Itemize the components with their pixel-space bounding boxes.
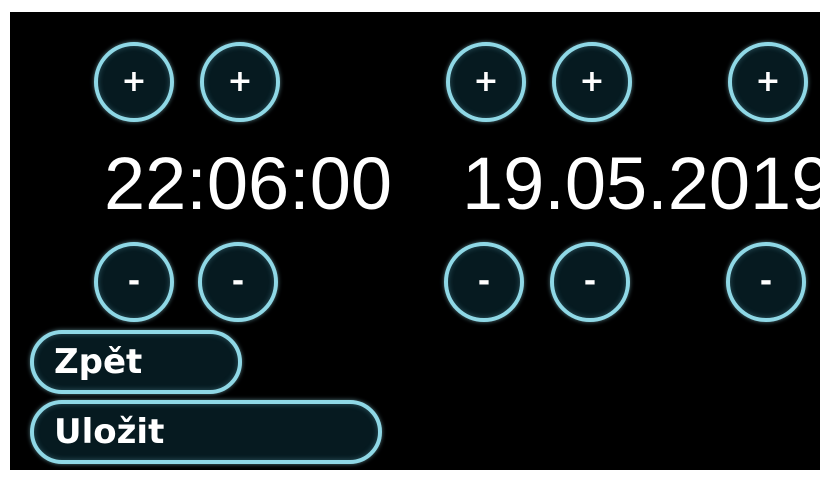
minus-icon: - (583, 264, 597, 299)
minus-icon: - (477, 264, 491, 299)
plus-icon: + (579, 64, 605, 99)
minus-icon: - (759, 264, 773, 299)
month-minus-button[interactable]: - (550, 242, 630, 322)
save-button-label: Uložit (54, 412, 165, 452)
day-minus-button[interactable]: - (444, 242, 524, 322)
date-display: 19.05.2019 (462, 142, 820, 225)
minus-icon: - (127, 264, 141, 299)
month-plus-button[interactable]: + (552, 42, 632, 122)
minutes-minus-button[interactable]: - (198, 242, 278, 322)
time-display: 22:06:00 (104, 142, 393, 225)
save-button[interactable]: Uložit (30, 400, 382, 464)
hours-minus-button[interactable]: - (94, 242, 174, 322)
set-datetime-screen: + + + + + 22:06:00 19.05.2019 - - - - - … (10, 12, 820, 470)
plus-icon: + (755, 64, 781, 99)
day-plus-button[interactable]: + (446, 42, 526, 122)
year-plus-button[interactable]: + (728, 42, 808, 122)
year-minus-button[interactable]: - (726, 242, 806, 322)
hours-plus-button[interactable]: + (94, 42, 174, 122)
back-button-label: Zpět (54, 342, 143, 382)
plus-icon: + (121, 64, 147, 99)
minutes-plus-button[interactable]: + (200, 42, 280, 122)
plus-icon: + (227, 64, 253, 99)
back-button[interactable]: Zpět (30, 330, 242, 394)
plus-icon: + (473, 64, 499, 99)
minus-icon: - (231, 264, 245, 299)
